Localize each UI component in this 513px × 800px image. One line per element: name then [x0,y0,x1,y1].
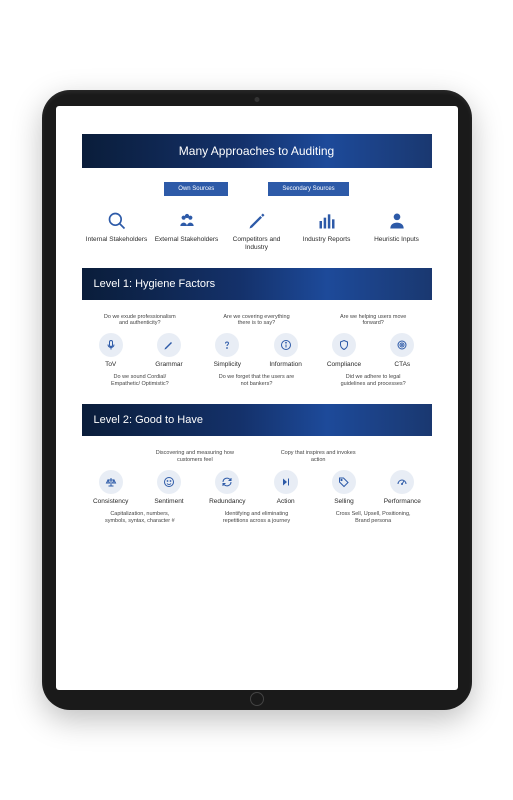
list-item: Selling [315,470,373,505]
list-item: ToV [82,333,140,368]
info-icon [274,333,298,357]
list-item: Simplicity [198,333,256,368]
item-label: Action [277,498,295,505]
level2-questions-top: Discovering and measuring how customers … [82,450,432,464]
question-text: Do we sound Cordial/ Empathetic/ Optimis… [100,374,180,388]
level2-banner: Level 2: Good to Have [82,404,432,436]
item-label: Compliance [327,361,361,368]
question-text: Did we adhere to legal guidelines and pr… [333,374,413,388]
voice-icon [99,333,123,357]
approach-label: Industry Reports [303,236,351,244]
item-label: Consistency [93,498,128,505]
approach-item: Internal Stakeholders [82,210,152,252]
question-text: Discovering and measuring how customers … [155,450,235,464]
item-label: Selling [334,498,354,505]
target-icon [390,333,414,357]
home-button [250,692,264,706]
item-label: CTAs [394,361,410,368]
item-label: Grammar [155,361,182,368]
approaches-row: Internal Stakeholders External Stakehold… [82,210,432,252]
barchart-icon [316,210,338,232]
screen: Many Approaches to Auditing Own Sources … [56,106,458,690]
question-text: Are we helping users move forward? [333,314,413,328]
question-text: Cross Sell, Upsell, Positioning, Brand p… [333,511,413,525]
item-label: ToV [105,361,116,368]
tag-icon [332,470,356,494]
question-text: Do we forget that the users are not bank… [216,374,296,388]
level2-questions-bottom: Capitalization, numbers, symbols, syntax… [82,511,432,525]
list-item: CTAs [373,333,431,368]
question-text: Copy that inspires and invokes action [278,450,358,464]
approach-label: Heuristic Inputs [374,236,419,244]
item-label: Redundancy [209,498,246,505]
main-title-banner: Many Approaches to Auditing [82,134,432,168]
search-icon [106,210,128,232]
approach-label: Competitors and Industry [222,236,292,252]
list-item: Action [256,470,314,505]
level1-banner: Level 1: Hygiene Factors [82,268,432,300]
list-item: Consistency [82,470,140,505]
level2-section: Level 2: Good to Have Discovering and me… [82,404,432,525]
approach-item: Competitors and Industry [222,210,292,252]
main-title: Many Approaches to Auditing [179,144,334,158]
tablet-frame: Many Approaches to Auditing Own Sources … [42,90,472,710]
scales-icon [99,470,123,494]
level1-questions-top: Do we exude professionalism and authenti… [82,314,432,328]
own-sources-tag: Own Sources [164,182,228,196]
question-text: Capitalization, numbers, symbols, syntax… [100,511,180,525]
gauge-icon [390,470,414,494]
pencil-icon [246,210,268,232]
question-icon [215,333,239,357]
smile-icon [157,470,181,494]
approach-item: Heuristic Inputs [362,210,432,252]
list-item: Grammar [140,333,198,368]
approach-item: Industry Reports [292,210,362,252]
shield-icon [332,333,356,357]
list-item: Performance [373,470,431,505]
group-icon [176,210,198,232]
list-item: Sentiment [140,470,198,505]
question-text: Are we covering everything there is to s… [216,314,296,328]
level1-section: Level 1: Hygiene Factors Do we exude pro… [82,268,432,389]
list-item: Redundancy [198,470,256,505]
question-text: Identifying and eliminating repetitions … [216,511,296,525]
level2-title: Level 2: Good to Have [94,414,203,426]
person-icon [386,210,408,232]
list-item: Information [256,333,314,368]
question-text: Do we exude professionalism and authenti… [100,314,180,328]
approach-label: Internal Stakeholders [86,236,147,244]
refresh-icon [215,470,239,494]
level1-questions-bottom: Do we sound Cordial/ Empathetic/ Optimis… [82,374,432,388]
level2-items-row: Consistency Sentiment Redundancy Action … [82,470,432,505]
approach-item: External Stakeholders [152,210,222,252]
camera-dot [254,97,259,102]
source-tags-row: Own Sources Secondary Sources [82,182,432,196]
item-label: Performance [384,498,421,505]
level1-items-row: ToV Grammar Simplicity Information Compl… [82,333,432,368]
list-item: Compliance [315,333,373,368]
forward-icon [274,470,298,494]
item-label: Information [269,361,302,368]
pencil-icon [157,333,181,357]
secondary-sources-tag: Secondary Sources [268,182,348,196]
item-label: Sentiment [154,498,183,505]
level1-title: Level 1: Hygiene Factors [94,278,216,290]
approach-label: External Stakeholders [155,236,219,244]
item-label: Simplicity [214,361,241,368]
